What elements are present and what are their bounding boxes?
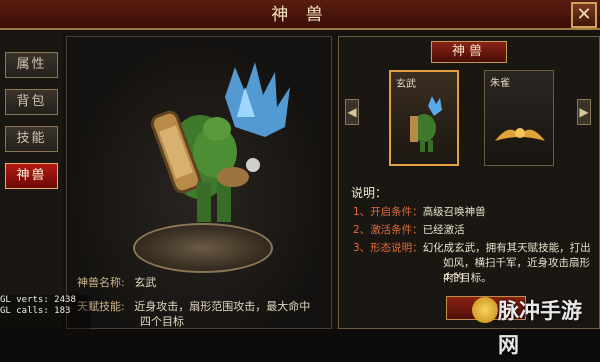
next-arrow-button[interactable]: ▶ [577,99,591,125]
desc-num: 2、 [353,224,371,236]
desc-item-3-line-3: 4个目标。 [443,271,492,286]
sidebar: 属性 背包 技能 神兽 [0,32,62,329]
desc-value: 幻化成玄武，拥有其天赋技能，打出 [422,242,591,254]
card-name: 朱雀 [490,78,510,89]
xuanwu-thumbnail [410,96,442,152]
desc-label: 形态说明： [370,242,423,254]
debug-overlay: GL verts: 2438 GL calls: 183 [0,295,90,329]
beast-name: 玄武 [134,276,157,289]
beast-name-label: 神兽名称: [77,276,125,289]
watermark: 脉冲手游网 [498,299,582,357]
beast-panel: 神兽 ◀ ▶ 玄武 朱雀 说明： 1、开启条件：高级召唤神兽 2、激活条件：已经… [338,36,600,329]
desc-num: 3、 [353,242,371,254]
title-bar: 神 兽 ✕ [0,0,600,30]
tab-attributes[interactable]: 属性 [5,52,58,78]
tab-divine-beast[interactable]: 神兽 [5,163,58,189]
prev-arrow-button[interactable]: ◀ [345,99,359,125]
close-button[interactable]: ✕ [571,2,597,28]
zhuque-thumbnail [495,128,545,141]
beast-card-xuanwu[interactable]: 玄武 [389,70,459,166]
tab-backpack[interactable]: 背包 [5,89,58,115]
talent-text-2: 四个目标 [140,315,184,328]
debug-calls: GL calls: 183 [0,306,71,316]
card-name: 玄武 [396,79,416,90]
talent-text-1: 近身攻击，扇形范围攻击，最大命中 [134,300,311,313]
xuanwu-model [150,62,290,222]
beast-card-zhuque[interactable]: 朱雀 [484,70,554,166]
debug-verts: GL verts: 2438 [0,295,76,305]
desc-item-1: 1、开启条件：高级召唤神兽 [353,205,486,220]
talent-row: 天赋技能: 近身攻击，扇形范围攻击，最大命中 [77,298,310,314]
desc-value: 4个目标。 [443,272,492,284]
desc-value: 高级召唤神兽 [422,206,486,218]
desc-num: 1、 [353,206,371,218]
beast-name-row: 神兽名称: 玄武 [77,274,156,290]
tab-skills[interactable]: 技能 [5,126,58,152]
desc-label: 开启条件： [370,206,423,218]
desc-value: 已经激活 [422,224,465,236]
window-title: 神 兽 [271,5,329,25]
watermark-logo-icon [472,297,498,323]
game-window: 神 兽 ✕ 属性 背包 技能 神兽 神兽名称: 玄武 天赋技能: 近身攻击，扇形… [0,0,600,357]
panel-header: 神兽 [431,41,507,63]
desc-label: 激活条件： [370,224,423,236]
desc-title: 说明： [351,186,388,200]
desc-item-2: 2、激活条件：已经激活 [353,223,465,238]
desc-item-3: 3、形态说明：幻化成玄武，拥有其天赋技能，打出 [353,241,591,256]
